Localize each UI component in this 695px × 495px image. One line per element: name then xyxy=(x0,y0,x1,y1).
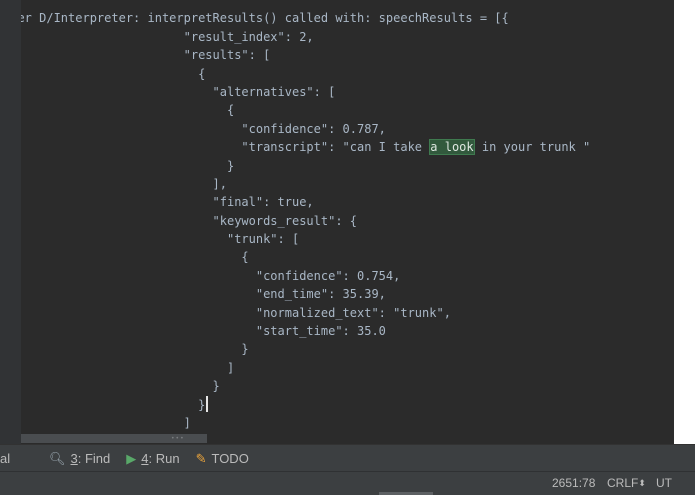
terminal-tab-label: al xyxy=(0,451,11,466)
code-line-19: } xyxy=(21,342,249,357)
right-gutter xyxy=(674,0,695,444)
log-output[interactable]: wyer D/Interpreter: interpretResults() c… xyxy=(21,0,590,432)
code-line-7: "confidence": 0.787, xyxy=(21,121,386,136)
code-line-17: "normalized_text": "trunk", xyxy=(21,305,451,320)
code-line-9: } xyxy=(21,158,235,173)
code-line-10: ], xyxy=(21,176,227,191)
code-line-20: ] xyxy=(21,360,235,375)
encoding-widget[interactable]: UT xyxy=(656,476,672,490)
code-line-11: "final": true, xyxy=(21,195,314,210)
code-line-3: "results": [ xyxy=(21,48,271,63)
code-line-18: "start_time": 35.0 xyxy=(21,324,386,339)
code-line-6: { xyxy=(21,103,235,118)
run-tab-key: 4 xyxy=(141,451,149,466)
text-caret xyxy=(206,395,209,412)
status-bar: 2651:78 CRLF⬍ UT xyxy=(0,471,695,495)
code-line-14: { xyxy=(21,250,249,265)
line-separator-widget[interactable]: CRLF⬍ xyxy=(607,476,646,490)
run-tab[interactable]: ▶ 4: Run xyxy=(118,445,187,472)
tool-window-bar: al 🔍︎ 3: Find ▶ 4: Run ✎ TODO xyxy=(0,444,695,472)
line-separator-label: CRLF xyxy=(607,476,639,490)
terminal-tab[interactable]: al xyxy=(0,445,41,472)
code-line-2: "result_index": 2, xyxy=(21,29,314,44)
run-tab-label: : Run xyxy=(148,451,180,466)
todo-tab-label: TODO xyxy=(211,451,249,466)
find-tab-key: 3 xyxy=(70,451,78,466)
code-line-4: { xyxy=(21,66,206,81)
horizontal-scrollbar[interactable]: ••• xyxy=(21,433,674,444)
code-line-23: ] xyxy=(21,415,191,430)
code-line-21: } xyxy=(21,379,220,394)
find-tab-label: : Find xyxy=(77,451,111,466)
closing-brace: } xyxy=(21,397,206,412)
code-line-12: "keywords_result": { xyxy=(21,213,358,228)
transcript-suffix: in your trunk " xyxy=(474,140,591,155)
run-triangle-icon: ▶ xyxy=(126,450,137,466)
search-highlight: a look xyxy=(429,139,475,156)
editor-area[interactable]: wyer D/Interpreter: interpretResults() c… xyxy=(21,0,674,433)
todo-tab[interactable]: ✎ TODO xyxy=(188,445,257,472)
code-line-5: "alternatives": [ xyxy=(21,84,336,99)
chevron-updown-icon: ⬍ xyxy=(638,478,646,488)
code-line-22: } xyxy=(21,395,590,414)
todo-icon: ✎ xyxy=(195,450,207,466)
code-line-8: "transcript": "can I take a look in your… xyxy=(21,138,590,156)
editor-gutter xyxy=(0,0,21,444)
transcript-prefix: "transcript": "can I take xyxy=(21,140,430,155)
find-tab[interactable]: 🔍︎ 3: Find xyxy=(41,445,118,472)
code-line-15: "confidence": 0.754, xyxy=(21,268,401,283)
caret-position[interactable]: 2651:78 xyxy=(552,476,595,490)
code-line-1: wyer D/Interpreter: interpretResults() c… xyxy=(21,11,509,26)
scrollbar-grip-icon: ••• xyxy=(171,435,185,442)
code-line-13: "trunk": [ xyxy=(21,232,300,247)
code-line-16: "end_time": 35.39, xyxy=(21,287,386,302)
magnifier-icon: 🔍︎ xyxy=(49,450,66,466)
